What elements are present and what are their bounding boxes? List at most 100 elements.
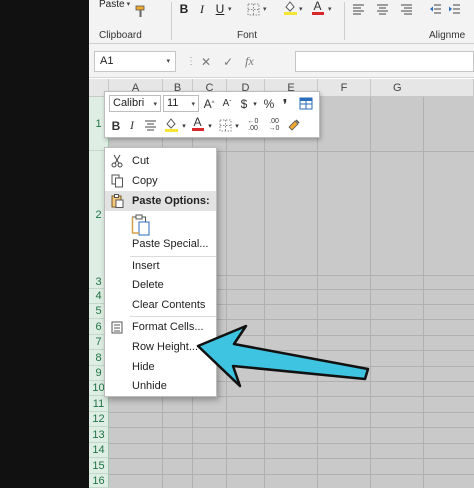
svg-text:A: A (194, 115, 202, 129)
underline-dropdown[interactable]: ▾ (226, 3, 232, 15)
chevron-down-icon: ▾ (299, 6, 303, 13)
column-header-f[interactable]: F (318, 79, 371, 97)
context-menu: Cut Copy Paste Options: Paste Special...… (104, 147, 217, 397)
font-group: B I U ▾ ▾ ▾ A ▾ Font (172, 0, 342, 44)
formula-input[interactable] (295, 51, 474, 72)
name-box-value: A1 (100, 55, 114, 67)
accounting-dropdown[interactable]: ▾ (251, 95, 259, 112)
fill-color-button[interactable] (282, 0, 298, 16)
underline-button[interactable]: U (214, 2, 226, 16)
menu-item-cut[interactable]: Cut (105, 151, 216, 171)
menu-item-format-cells[interactable]: Format Cells... (105, 317, 216, 337)
accounting-format-button[interactable]: $ (238, 95, 250, 112)
dark-background (0, 0, 89, 488)
font-name-value: Calibri (113, 97, 145, 109)
percent-style-button[interactable]: % (262, 95, 276, 112)
menu-item-copy[interactable]: Copy (105, 171, 216, 191)
bold-button[interactable]: B (109, 117, 123, 134)
menu-item-label: Insert (132, 260, 160, 272)
increase-font-size-button[interactable]: A ^ (202, 95, 216, 112)
font-color-dropdown[interactable]: ▾ (206, 117, 214, 134)
row-header-14[interactable]: 14 (89, 443, 109, 458)
chevron-down-icon: ▾ (126, 1, 131, 8)
row-header-12[interactable]: 12 (89, 412, 109, 427)
row-header-16[interactable]: 16 (89, 474, 109, 488)
font-color-dropdown[interactable]: ▾ (326, 3, 332, 15)
format-table-icon[interactable] (298, 95, 314, 112)
borders-dropdown[interactable]: ▾ (261, 3, 267, 15)
align-left-icon[interactable] (351, 2, 365, 16)
increase-decimal-icon-2: .00 (248, 124, 258, 132)
menu-item-insert[interactable]: Insert (105, 256, 216, 276)
menu-item-unhide[interactable]: Unhide (105, 376, 216, 396)
gridline (317, 97, 318, 488)
row-header-11[interactable]: 11 (89, 396, 109, 412)
clipboard-group-label: Clipboard (99, 30, 142, 41)
insert-function-icon[interactable]: fx (245, 54, 254, 69)
comma-style-button[interactable]: ❜ (279, 95, 291, 112)
menu-item-label: Paste Options: (132, 195, 210, 207)
cancel-icon[interactable]: ✕ (201, 55, 211, 69)
gridline (423, 97, 424, 488)
column-header-g[interactable]: G (371, 79, 474, 97)
center-align-icon[interactable] (143, 117, 157, 134)
menu-item-label: Unhide (132, 380, 167, 392)
format-painter-icon[interactable] (286, 116, 302, 133)
borders-dropdown[interactable]: ▾ (233, 117, 241, 134)
font-size-select[interactable]: 11 ▾ (163, 95, 199, 112)
menu-item-label: Paste Special... (132, 238, 209, 250)
menu-item-label: Format Cells... (132, 321, 204, 333)
svg-text:A: A (314, 0, 322, 13)
format-painter-icon[interactable] (133, 4, 147, 18)
align-right-icon[interactable] (399, 2, 413, 16)
font-color-icon[interactable]: A (191, 115, 205, 132)
menu-item-label: Cut (132, 155, 150, 167)
menu-item-hide[interactable]: Hide (105, 357, 216, 377)
font-size-value: 11 (167, 97, 179, 109)
decrease-decimal-icon-2: →0 (268, 124, 280, 132)
font-color-button[interactable]: A (311, 0, 325, 16)
gridline (109, 412, 474, 413)
chevron-down-icon: ▾ (166, 58, 170, 65)
paste-icon (109, 193, 125, 209)
paste-button[interactable]: Paste ▾ (99, 0, 130, 10)
name-box[interactable]: A1 ▾ (94, 51, 176, 72)
italic-button[interactable]: I (196, 2, 208, 16)
italic-button[interactable]: I (126, 117, 138, 134)
formula-icons: ✕ ✓ fx (201, 51, 291, 72)
borders-button[interactable] (246, 2, 260, 16)
row-header-13[interactable]: 13 (89, 427, 109, 443)
chevron-down-icon: ▾ (228, 6, 232, 13)
align-center-icon[interactable] (375, 2, 389, 16)
enter-icon[interactable]: ✓ (223, 55, 233, 69)
copy-icon (109, 173, 125, 189)
fill-color-icon[interactable] (163, 116, 179, 133)
decrease-decimal-button[interactable]: .00 →0 (265, 116, 283, 133)
menu-item-paste-options: Paste Options: (105, 191, 216, 211)
chevron-down-icon: ▾ (153, 101, 157, 108)
paste-clipboard-icon[interactable] (131, 214, 151, 236)
gridline (109, 427, 474, 428)
mini-toolbar: Calibri ▾ 11 ▾ A ^ Aˇ $ ▾ % ❜ B I ▾ A ▾ ▾ ←… (104, 91, 320, 138)
decrease-font-size-button[interactable]: Aˇ (220, 95, 234, 112)
font-name-select[interactable]: Calibri ▾ (109, 95, 161, 112)
menu-item-paste-special[interactable]: Paste Special... (105, 234, 216, 254)
menu-item-row-height[interactable]: Row Height... (105, 337, 216, 357)
fill-color-dropdown[interactable]: ▾ (180, 117, 188, 134)
fill-color-dropdown[interactable]: ▾ (297, 3, 303, 15)
gridline (109, 458, 474, 459)
paste-label: Paste (99, 0, 125, 10)
menu-item-label: Copy (132, 175, 158, 187)
menu-item-clear-contents[interactable]: Clear Contents (105, 295, 216, 315)
increase-decimal-button[interactable]: ←0.00 (244, 116, 262, 133)
borders-icon[interactable] (218, 117, 232, 134)
increase-indent-icon[interactable] (447, 2, 461, 16)
bold-button[interactable]: B (178, 2, 190, 16)
menu-item-delete[interactable]: Delete (105, 275, 216, 295)
gridline (370, 97, 371, 488)
alignment-group: Alignme (345, 0, 474, 44)
decrease-indent-icon[interactable] (428, 2, 442, 16)
row-header-15[interactable]: 15 (89, 458, 109, 474)
chevron-down-icon: ▾ (328, 6, 332, 13)
chevron-down-icon: ▾ (191, 101, 195, 108)
